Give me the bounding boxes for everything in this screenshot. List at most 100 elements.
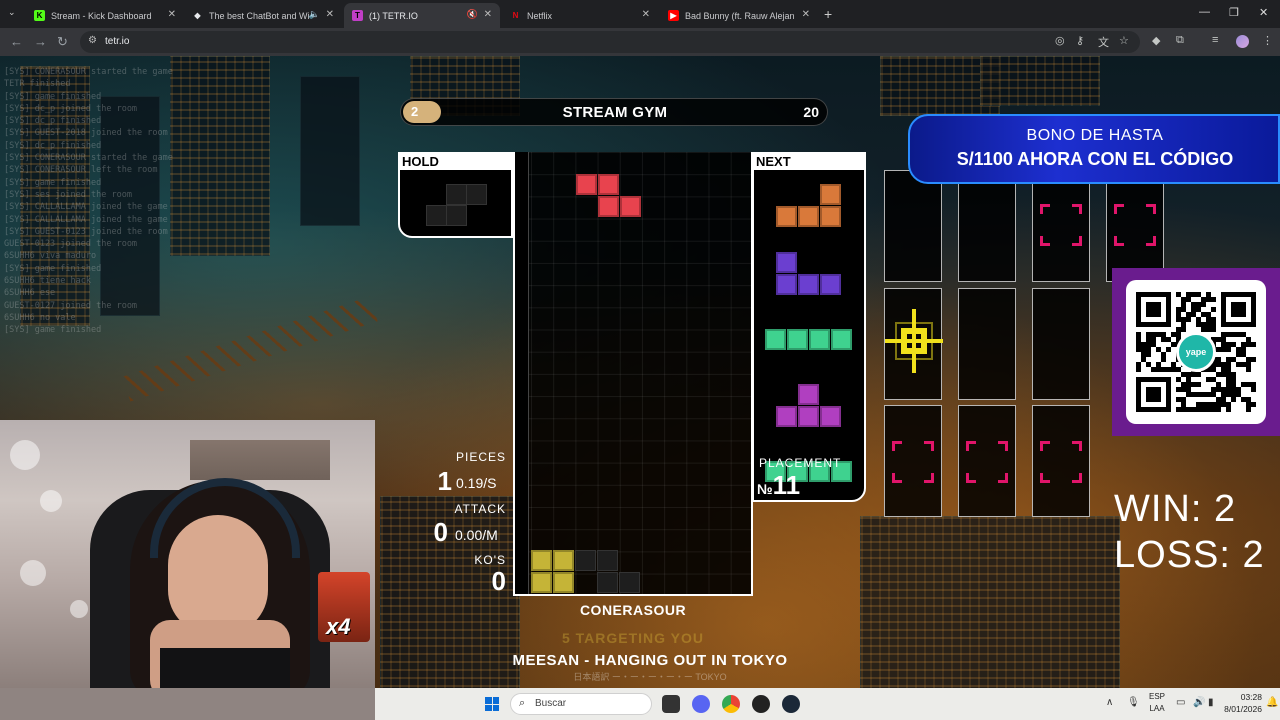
qr-module bbox=[1161, 357, 1166, 362]
qr-module bbox=[1176, 367, 1181, 372]
network-icon[interactable]: ▭ bbox=[1176, 697, 1185, 708]
notifications-icon[interactable]: 🔔 bbox=[1266, 697, 1278, 708]
tab-chatbot[interactable]: ◆ The best ChatBot and Widg 🔈 ✕ bbox=[184, 3, 342, 28]
qr-module bbox=[1186, 382, 1191, 387]
close-tab-icon[interactable]: ✕ bbox=[642, 9, 650, 20]
qr-module bbox=[1241, 397, 1246, 402]
tab-tetrio[interactable]: T (1) TETR.IO 🔇 ✕ bbox=[344, 3, 500, 28]
eye-off-icon[interactable]: ◎ bbox=[1055, 34, 1065, 47]
qr-module bbox=[1181, 307, 1186, 312]
extension-diamond-icon[interactable]: ◆ bbox=[1152, 34, 1160, 47]
qr-module bbox=[1141, 347, 1146, 352]
opponent-board[interactable] bbox=[884, 170, 942, 282]
clock-date: 8/01/2026 bbox=[1224, 704, 1262, 714]
tab-title: Stream - Kick Dashboard bbox=[51, 10, 152, 21]
extensions-puzzle-icon[interactable]: ⧉ bbox=[1176, 34, 1184, 47]
opponent-board[interactable] bbox=[1032, 170, 1090, 282]
minimize-icon[interactable]: — bbox=[1199, 6, 1210, 18]
qr-module bbox=[1191, 392, 1196, 397]
close-tab-icon[interactable]: ✕ bbox=[326, 9, 334, 20]
close-tab-icon[interactable]: ✕ bbox=[802, 9, 810, 20]
more-menu-icon[interactable]: ⋮ bbox=[1262, 34, 1273, 47]
close-tab-icon[interactable]: ✕ bbox=[168, 9, 176, 20]
chat-line: [SYS] game finished bbox=[4, 325, 102, 336]
player-name: CONERASOUR bbox=[579, 602, 687, 618]
qr-module bbox=[1221, 367, 1226, 372]
back-icon[interactable]: ← bbox=[10, 34, 23, 49]
qr-module bbox=[1226, 367, 1231, 372]
opponent-board[interactable] bbox=[1032, 288, 1090, 400]
bookmark-star-icon[interactable]: ☆ bbox=[1119, 34, 1129, 47]
clock-time: 03:28 bbox=[1240, 692, 1262, 702]
tetrio-favicon-icon: T bbox=[352, 10, 363, 21]
profile-avatar[interactable] bbox=[1236, 35, 1249, 48]
input-language[interactable]: ESP LAA bbox=[1146, 691, 1168, 715]
chrome-icon[interactable] bbox=[722, 695, 740, 713]
site-info-icon[interactable]: ⚙ bbox=[88, 35, 97, 46]
opponent-board[interactable] bbox=[958, 288, 1016, 400]
close-window-icon[interactable]: ✕ bbox=[1259, 6, 1268, 19]
muted-speaker-icon[interactable]: 🔇 bbox=[467, 9, 478, 20]
qr-module bbox=[1241, 342, 1246, 347]
next-piece-block bbox=[831, 329, 852, 350]
qr-module bbox=[1141, 342, 1146, 347]
speaker-icon[interactable]: 🔈 bbox=[309, 9, 320, 20]
qr-module bbox=[1181, 327, 1186, 332]
qr-module bbox=[1156, 367, 1161, 372]
chat-line: [SYS] GUEST-2018 joined the room bbox=[4, 128, 168, 139]
qr-module bbox=[1201, 327, 1206, 332]
media-controls-icon[interactable]: ≡ bbox=[1212, 34, 1218, 46]
tab-netflix[interactable]: N Netflix ✕ bbox=[502, 3, 658, 28]
key-icon[interactable]: ⚷ bbox=[1076, 34, 1084, 47]
opponent-board[interactable] bbox=[958, 170, 1016, 282]
pieces-rate: 0.19/S bbox=[456, 475, 497, 491]
close-tab-icon[interactable]: ✕ bbox=[484, 9, 492, 20]
steam-icon[interactable] bbox=[782, 695, 800, 713]
qr-module bbox=[1201, 402, 1206, 407]
falling-piece-block bbox=[576, 174, 597, 195]
qr-module bbox=[1196, 292, 1201, 297]
qr-module bbox=[1196, 372, 1201, 377]
opponent-board[interactable] bbox=[958, 405, 1016, 517]
maximize-icon[interactable]: ❐ bbox=[1229, 6, 1239, 19]
forward-icon[interactable]: → bbox=[34, 34, 47, 49]
qr-module bbox=[1246, 362, 1251, 367]
qr-module bbox=[1211, 322, 1216, 327]
qr-module bbox=[1181, 317, 1186, 322]
qr-module bbox=[1241, 382, 1246, 387]
qr-finder-pattern bbox=[1146, 387, 1161, 402]
next-piece-block bbox=[776, 252, 797, 273]
qr-module bbox=[1231, 382, 1236, 387]
task-view-icon[interactable] bbox=[662, 695, 680, 713]
show-hidden-icons-icon[interactable]: ∧ bbox=[1106, 697, 1113, 708]
opponent-board[interactable] bbox=[884, 288, 943, 400]
qr-module bbox=[1186, 297, 1191, 302]
qr-module bbox=[1176, 292, 1181, 297]
tab-youtube[interactable]: ▶ Bad Bunny (ft. Rauw Alejandro) ✕ bbox=[660, 3, 818, 28]
translate-icon[interactable]: 文 bbox=[1098, 34, 1109, 50]
qr-module bbox=[1226, 402, 1231, 407]
tetris-board[interactable] bbox=[513, 152, 753, 596]
discord-icon[interactable] bbox=[692, 695, 710, 713]
opponent-board[interactable] bbox=[1106, 170, 1164, 282]
volume-icon[interactable]: 🔊 bbox=[1193, 697, 1205, 708]
qr-module bbox=[1221, 402, 1226, 407]
qr-module bbox=[1216, 397, 1221, 402]
opponent-board[interactable] bbox=[1032, 405, 1090, 517]
battery-icon[interactable]: ▮ bbox=[1208, 697, 1214, 708]
opponent-board[interactable] bbox=[884, 405, 942, 517]
win-counter: WIN: 2 bbox=[1114, 488, 1237, 530]
obs-icon[interactable] bbox=[752, 695, 770, 713]
address-bar[interactable]: ⚙ tetr.io bbox=[80, 31, 1140, 53]
tab-search-icon[interactable]: ⌄ bbox=[8, 7, 16, 18]
qr-module bbox=[1231, 392, 1236, 397]
reload-icon[interactable]: ↻ bbox=[57, 34, 68, 50]
chat-line: [SYS] CONERASOUR left the room bbox=[4, 165, 158, 176]
taskbar-search[interactable]: ⌕ Buscar bbox=[510, 693, 652, 715]
microphone-icon[interactable]: 🎙 bbox=[1127, 697, 1140, 708]
system-clock[interactable]: 03:28 8/01/2026 bbox=[1222, 691, 1262, 715]
qr-module bbox=[1211, 367, 1216, 372]
tab-kick-dashboard[interactable]: K Stream - Kick Dashboard ✕ bbox=[26, 3, 184, 28]
new-tab-icon[interactable]: + bbox=[824, 6, 832, 22]
windows-start-icon[interactable] bbox=[485, 697, 499, 711]
